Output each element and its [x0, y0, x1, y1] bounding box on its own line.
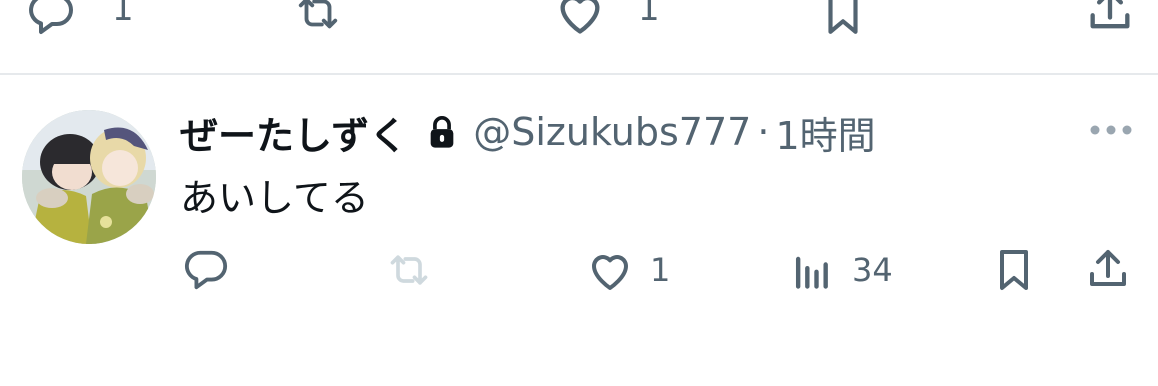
tweet-divider: [0, 73, 1158, 75]
like-count: 1: [650, 251, 671, 289]
separator-dot: ·: [757, 110, 770, 154]
tweet-header: ぜーたしずく @Sizukubs777 · 1時間: [180, 105, 876, 160]
views-icon[interactable]: [788, 248, 834, 292]
view-count: 34: [852, 251, 893, 289]
share-icon[interactable]: [1084, 0, 1136, 38]
heart-icon[interactable]: [550, 0, 610, 38]
bookmark-icon[interactable]: [818, 0, 868, 38]
heart-icon[interactable]: [582, 246, 638, 294]
share-icon[interactable]: [1084, 246, 1132, 294]
timestamp[interactable]: 1時間: [775, 105, 875, 160]
more-options-icon[interactable]: [1088, 118, 1134, 142]
bookmark-icon[interactable]: [990, 246, 1038, 294]
lock-icon: [425, 113, 459, 151]
retweet-icon: [380, 248, 438, 292]
display-name[interactable]: ぜーたしずく: [180, 105, 407, 160]
user-handle[interactable]: @Sizukubs777: [473, 110, 751, 154]
prev-like-count: 1: [638, 0, 660, 29]
reply-icon[interactable]: [18, 0, 84, 38]
retweet-icon[interactable]: [285, 0, 351, 36]
avatar[interactable]: [22, 110, 156, 244]
tweet-text: あいしてる: [180, 176, 369, 220]
reply-icon[interactable]: [180, 247, 232, 293]
prev-reply-count: 1: [112, 0, 134, 29]
